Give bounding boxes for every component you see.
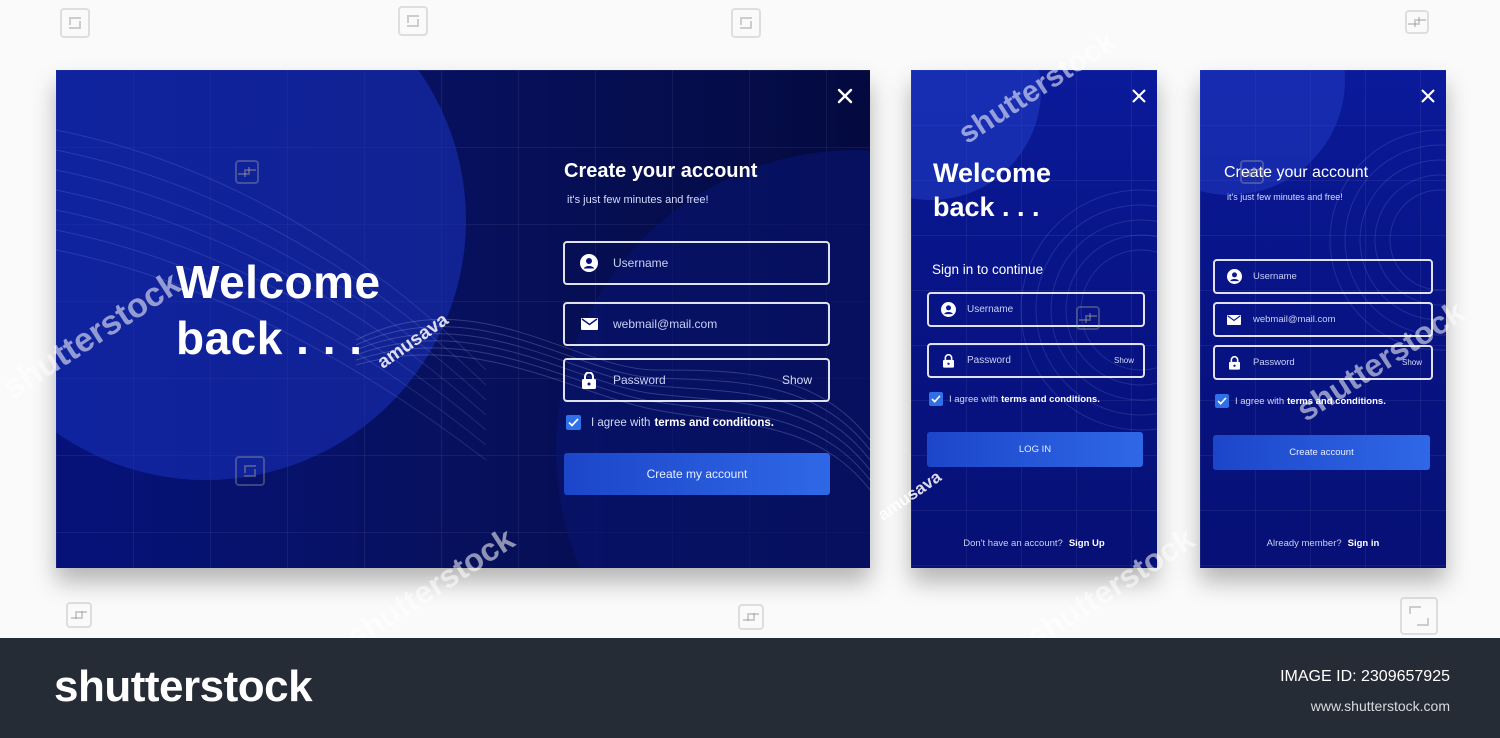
form-subtitle: it's just few minutes and free! <box>567 194 709 206</box>
username-input[interactable] <box>967 304 1143 315</box>
form-title: Create your account <box>564 160 758 182</box>
mail-icon <box>1215 314 1253 325</box>
close-button[interactable] <box>1419 87 1437 105</box>
terms-link[interactable]: terms and conditions. <box>1001 394 1100 405</box>
check-icon <box>1217 397 1227 405</box>
form-title: Create your account <box>1224 164 1369 181</box>
mobile-signup-card: Create your account it's just few minute… <box>1200 70 1446 568</box>
signup-prompt: Don't have an account? Sign Up <box>911 538 1157 549</box>
stock-footer-bar: shutterstock IMAGE ID: 2309657925 www.sh… <box>0 638 1500 738</box>
terms-checkbox[interactable] <box>1215 394 1229 408</box>
signin-prompt: Already member? Sign in <box>1200 538 1446 549</box>
create-account-button[interactable]: Create account <box>1213 435 1430 470</box>
mail-icon <box>565 318 613 330</box>
watermark-icon <box>738 604 764 630</box>
terms-agreement: I agree with terms and conditions. <box>1215 394 1386 408</box>
user-icon <box>565 254 613 272</box>
create-account-button[interactable]: Create my account <box>564 453 830 495</box>
user-icon <box>1215 269 1253 284</box>
stage: Welcome back . . . Create your account i… <box>0 0 1500 738</box>
signup-link[interactable]: Sign Up <box>1069 538 1105 549</box>
close-button[interactable] <box>835 86 855 106</box>
email-input[interactable] <box>1253 314 1431 325</box>
show-password-toggle[interactable]: Show <box>782 373 812 387</box>
signin-prompt-text: Already member? <box>1266 538 1342 549</box>
watermark-icon <box>66 602 92 628</box>
welcome-line-2: back . . . <box>176 312 363 364</box>
welcome-heading: Welcome back . . . <box>933 156 1051 224</box>
username-field[interactable] <box>927 292 1145 327</box>
watermark-icon <box>1405 10 1429 34</box>
terms-link[interactable]: terms and conditions. <box>1287 396 1386 407</box>
password-field[interactable]: Show <box>563 358 830 402</box>
watermark-icon <box>731 8 761 38</box>
email-field[interactable] <box>563 302 830 346</box>
password-input[interactable] <box>1253 357 1402 368</box>
close-button[interactable] <box>1130 87 1148 105</box>
password-field[interactable]: Show <box>927 343 1145 378</box>
signin-link[interactable]: Sign in <box>1348 538 1380 549</box>
lock-icon <box>565 371 613 389</box>
check-icon <box>931 395 941 403</box>
show-password-toggle[interactable]: Show <box>1114 356 1134 365</box>
terms-checkbox[interactable] <box>566 415 581 430</box>
terms-checkbox[interactable] <box>929 392 943 406</box>
desktop-signup-card: Welcome back . . . Create your account i… <box>56 70 870 568</box>
mobile-login-card: Welcome back . . . Sign in to continue S… <box>911 70 1157 568</box>
close-icon <box>837 88 853 104</box>
username-field[interactable] <box>563 241 830 285</box>
form-subtitle: it's just few minutes and free! <box>1227 192 1343 202</box>
image-id-label: IMAGE ID: 2309657925 <box>1280 668 1450 685</box>
close-icon <box>1132 89 1146 103</box>
password-input[interactable] <box>613 373 782 387</box>
stock-site-url: www.shutterstock.com <box>1310 698 1450 714</box>
close-icon <box>1421 89 1435 103</box>
lock-icon <box>929 353 967 368</box>
email-input[interactable] <box>613 317 828 331</box>
terms-prefix: I agree with <box>591 416 651 429</box>
form-title: Sign in to continue <box>932 262 1044 277</box>
check-icon <box>568 418 579 427</box>
welcome-line-2: back . . . <box>933 192 1040 222</box>
terms-agreement: I agree with terms and conditions. <box>929 392 1100 406</box>
email-field[interactable] <box>1213 302 1433 337</box>
welcome-line-1: Welcome <box>176 256 381 308</box>
watermark-icon <box>1400 597 1438 635</box>
watermark-icon <box>60 8 90 38</box>
signup-prompt-text: Don't have an account? <box>963 538 1063 549</box>
terms-prefix: I agree with <box>1235 395 1285 407</box>
login-button[interactable]: LOG IN <box>927 432 1143 467</box>
password-input[interactable] <box>967 355 1114 366</box>
watermark-icon <box>398 6 428 36</box>
show-password-toggle[interactable]: Show <box>1402 358 1422 367</box>
terms-prefix: I agree with <box>949 393 999 405</box>
lock-icon <box>1215 355 1253 370</box>
terms-agreement: I agree with terms and conditions. <box>566 415 774 430</box>
welcome-heading: Welcome back . . . <box>176 254 381 366</box>
user-icon <box>929 302 967 317</box>
terms-link[interactable]: terms and conditions. <box>654 417 774 429</box>
password-field[interactable]: Show <box>1213 345 1433 380</box>
username-input[interactable] <box>613 256 828 270</box>
stock-logo: shutterstock <box>54 662 313 711</box>
username-field[interactable] <box>1213 259 1433 294</box>
welcome-line-1: Welcome <box>933 158 1052 188</box>
username-input[interactable] <box>1253 271 1431 282</box>
